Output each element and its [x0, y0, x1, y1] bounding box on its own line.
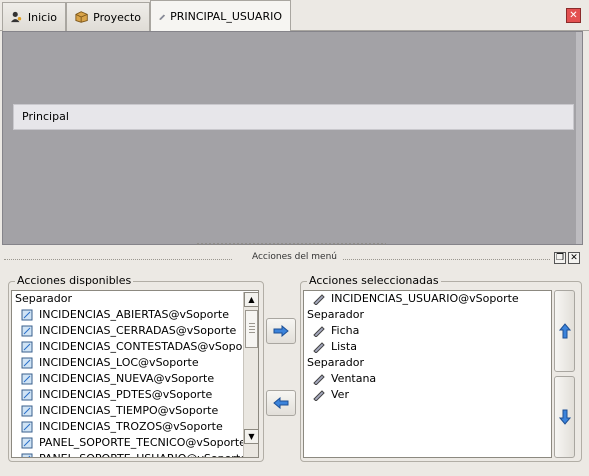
list-item[interactable]: INCIDENCIAS_TIEMPO@vSoporte: [15, 403, 258, 419]
form-icon: [21, 341, 33, 353]
menu-icon: [313, 325, 325, 338]
list-item-label: Separador: [307, 356, 364, 369]
main-scrollbar[interactable]: [576, 32, 582, 244]
list-item[interactable]: INCIDENCIAS_USUARIO@vSoporte: [307, 291, 551, 307]
arrow-up-icon: [558, 322, 571, 338]
tab-principal-usuario[interactable]: PRINCIPAL_USUARIO: [150, 0, 291, 32]
list-item[interactable]: INCIDENCIAS_PDTES@vSoporte: [15, 387, 258, 403]
list-item-label: INCIDENCIAS_LOC@vSoporte: [39, 356, 199, 369]
menu-icon: [313, 293, 325, 306]
scroll-up-button[interactable]: ▲: [244, 292, 258, 307]
tab-bar: Inicio Proyecto PRINCIPAL_USUARIO ✕: [0, 0, 589, 32]
panel-title: Acciones del menú: [0, 252, 589, 266]
list-item[interactable]: Separador: [307, 355, 551, 371]
list-item-label: INCIDENCIAS_USUARIO@vSoporte: [331, 292, 519, 305]
available-actions-list[interactable]: Separador INCIDENCIAS_ABIERTAS@vSoporte IN…: [11, 290, 259, 458]
list-item-label: INCIDENCIAS_ABIERTAS@vSoporte: [39, 308, 229, 321]
box-icon: [75, 11, 88, 23]
close-tab-button[interactable]: ✕: [566, 8, 581, 23]
list-item[interactable]: Lista: [307, 339, 551, 355]
list-item[interactable]: Separador: [307, 307, 551, 323]
scroll-thumb[interactable]: [245, 310, 258, 348]
list-item[interactable]: Separador: [15, 291, 258, 307]
menu-preview-area: Principal: [2, 31, 583, 245]
list-item-label: Lista: [331, 340, 357, 353]
list-item-label: INCIDENCIAS_PDTES@vSoporte: [39, 388, 213, 401]
list-item[interactable]: INCIDENCIAS_CERRADAS@vSoporte: [15, 323, 258, 339]
list-item-label: Ver: [331, 388, 349, 401]
form-icon: [21, 421, 33, 433]
list-item[interactable]: Ver: [307, 387, 551, 403]
form-icon: [21, 405, 33, 417]
selected-actions-list[interactable]: INCIDENCIAS_USUARIO@vSoporte Separador Fic…: [303, 290, 552, 458]
tab-inicio-label: Inicio: [27, 10, 57, 24]
tab-principal-usuario-label: PRINCIPAL_USUARIO: [170, 10, 282, 23]
list-item[interactable]: PANEL_SOPORTE_USUARIO@vSoporte: [15, 451, 258, 457]
available-actions-title: Acciones disponibles: [15, 274, 134, 287]
list-item[interactable]: Ventana: [307, 371, 551, 387]
tab-proyecto[interactable]: Proyecto: [66, 2, 150, 31]
arrow-right-icon: [273, 324, 289, 338]
selected-actions-title: Acciones seleccionadas: [307, 274, 441, 287]
available-actions-scrollbar[interactable]: ▲ ▼: [243, 292, 258, 457]
list-item-label: Ventana: [331, 372, 377, 385]
arrow-down-icon: [558, 409, 571, 425]
form-icon: [21, 309, 33, 321]
close-panel-button[interactable]: ✕: [568, 252, 580, 264]
list-item-label: INCIDENCIAS_NUEVA@vSoporte: [39, 372, 215, 385]
form-icon: [21, 373, 33, 385]
tab-inicio[interactable]: Inicio: [2, 2, 66, 31]
form-icon: [21, 453, 33, 457]
list-item-label: Separador: [15, 292, 72, 305]
list-item-label: INCIDENCIAS_TROZOS@vSoporte: [39, 420, 223, 433]
form-icon: [21, 325, 33, 337]
list-item-label: INCIDENCIAS_TIEMPO@vSoporte: [39, 404, 219, 417]
menu-icon: [313, 373, 325, 386]
menu-icon: [313, 389, 325, 402]
form-icon: [21, 437, 33, 449]
menu-icon: [159, 14, 165, 20]
menubar-principal[interactable]: Principal: [13, 104, 574, 130]
float-panel-button[interactable]: ❐: [554, 252, 566, 264]
splitter-handle[interactable]: [196, 242, 386, 246]
form-icon: [21, 389, 33, 401]
move-up-button[interactable]: [554, 290, 575, 372]
list-item[interactable]: Ficha: [307, 323, 551, 339]
list-item[interactable]: INCIDENCIAS_LOC@vSoporte: [15, 355, 258, 371]
panel-title-text: Acciones del menú: [245, 252, 344, 262]
list-item[interactable]: PANEL_SOPORTE_TECNICO@vSoporte: [15, 435, 258, 451]
remove-action-button[interactable]: [266, 390, 296, 416]
list-item-label: PANEL_SOPORTE_USUARIO@vSoporte: [39, 451, 247, 457]
list-item-label: Ficha: [331, 324, 360, 337]
user-icon: [11, 11, 22, 23]
list-item-label: INCIDENCIAS_CONTESTADAS@vSoporte: [39, 340, 258, 353]
list-item[interactable]: INCIDENCIAS_ABIERTAS@vSoporte: [15, 307, 258, 323]
list-item-label: Separador: [307, 308, 364, 321]
tab-proyecto-label: Proyecto: [93, 10, 141, 24]
list-item-label: PANEL_SOPORTE_TECNICO@vSoporte: [39, 436, 246, 449]
move-down-button[interactable]: [554, 376, 575, 458]
arrow-left-icon: [273, 396, 289, 410]
list-item[interactable]: INCIDENCIAS_NUEVA@vSoporte: [15, 371, 258, 387]
scroll-down-button[interactable]: ▼: [244, 429, 258, 444]
list-item[interactable]: INCIDENCIAS_CONTESTADAS@vSoporte: [15, 339, 258, 355]
form-icon: [21, 357, 33, 369]
menu-icon: [313, 341, 325, 354]
list-item[interactable]: INCIDENCIAS_TROZOS@vSoporte: [15, 419, 258, 435]
add-action-button[interactable]: [266, 318, 296, 344]
list-item-label: INCIDENCIAS_CERRADAS@vSoporte: [39, 324, 237, 337]
